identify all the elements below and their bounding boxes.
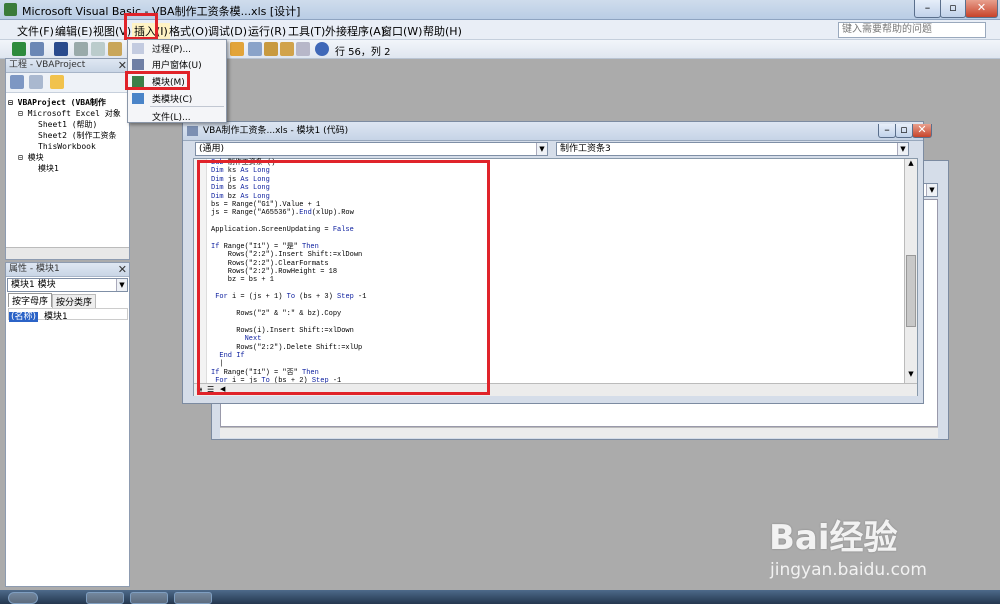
scroll-down-icon[interactable]: ▼ xyxy=(905,370,917,383)
object-dropdown[interactable]: (通用) ▼ xyxy=(195,142,548,156)
menu-item-file[interactable]: 文件(L)... xyxy=(152,110,191,123)
horizontal-scrollbar[interactable] xyxy=(6,247,129,259)
scroll-up-icon[interactable]: ▲ xyxy=(905,159,917,172)
tree-item-excel-objects[interactable]: ⊟ Microsoft Excel 对象 xyxy=(8,108,121,119)
chevron-down-icon: ▼ xyxy=(926,184,937,196)
vb-app-icon xyxy=(4,3,17,16)
menu-separator xyxy=(150,106,224,107)
procedure-icon xyxy=(132,43,144,54)
copy-icon[interactable] xyxy=(91,42,105,56)
project-explorer-panel: 工程 - VBAProject ✕ ⊟ VBAProject (VBA制作 ⊟ … xyxy=(5,58,130,260)
object-browser-icon[interactable] xyxy=(280,42,294,56)
class-module-icon xyxy=(132,93,144,104)
paste-icon[interactable] xyxy=(108,42,122,56)
procedure-dropdown[interactable]: 制作工资条3 ▼ xyxy=(556,142,909,156)
project-explorer-title: 工程 - VBAProject ✕ xyxy=(6,59,129,73)
insert-menu-highlight xyxy=(124,13,158,40)
tree-item-sheet1[interactable]: Sheet1 (帮助) xyxy=(8,119,121,130)
scroll-thumb[interactable] xyxy=(906,255,916,327)
menu-format[interactable]: 格式(O) xyxy=(169,23,208,39)
cut-icon[interactable] xyxy=(74,42,88,56)
menu-item-class-module[interactable]: 类模块(C) xyxy=(152,92,192,105)
project-explorer-icon[interactable] xyxy=(248,42,262,56)
minimize-button[interactable]: – xyxy=(914,0,941,18)
menu-edit[interactable]: 编辑(E) xyxy=(55,23,93,39)
cursor-position: 行 56，列 2 xyxy=(335,47,391,58)
property-row-name[interactable]: (名称) 模块1 xyxy=(8,308,128,322)
taskbar-app-2[interactable] xyxy=(130,592,168,604)
toolbox-icon[interactable] xyxy=(296,42,310,56)
start-button[interactable] xyxy=(8,592,38,604)
menu-item-procedure[interactable]: 过程(P)... xyxy=(152,42,191,55)
collapse-icon[interactable]: ⊟ xyxy=(8,98,13,107)
menu-debug[interactable]: 调试(D) xyxy=(208,23,247,39)
code-close-button[interactable]: ✕ xyxy=(912,124,932,138)
menu-file[interactable]: 文件(F) xyxy=(17,23,54,39)
tree-item-modules[interactable]: ⊟ 模块 xyxy=(8,152,121,163)
help-search-input[interactable]: 键入需要帮助的问题 xyxy=(838,22,986,38)
help-icon[interactable] xyxy=(315,42,329,56)
userform-icon xyxy=(132,59,144,70)
code-restore-button[interactable]: ▫ xyxy=(895,124,913,138)
taskbar-app-3[interactable] xyxy=(174,592,212,604)
project-panel-toolbar xyxy=(6,73,129,93)
properties-icon[interactable] xyxy=(264,42,278,56)
module-item-highlight xyxy=(125,71,190,90)
excel-icon[interactable] xyxy=(12,42,26,56)
view-code-icon[interactable] xyxy=(10,75,24,89)
code-minimize-button[interactable]: – xyxy=(878,124,896,138)
properties-panel: 属性 - 模块1 ✕ 模块1 模块 ▼ 按字母序 按分类序 (名称) 模块1 xyxy=(5,262,130,587)
maximize-button[interactable]: ▫ xyxy=(940,0,966,18)
menu-window[interactable]: 窗口(W) xyxy=(381,23,422,39)
baidu-watermark-logo: Bai经验 xyxy=(769,518,898,558)
taskbar xyxy=(0,590,1000,604)
chevron-down-icon: ▼ xyxy=(116,279,127,291)
properties-title: 属性 - 模块1 ✕ xyxy=(6,263,129,277)
chevron-down-icon: ▼ xyxy=(536,143,547,155)
menu-item-userform[interactable]: 用户窗体(U) xyxy=(152,58,202,71)
tree-item-thisworkbook[interactable]: ThisWorkbook xyxy=(8,141,121,152)
window-title: Microsoft Visual Basic - VBA制作工资条模...xls… xyxy=(22,5,301,18)
object-combo[interactable]: 模块1 模块 ▼ xyxy=(7,278,128,292)
code-window-title: VBA制作工资条...xls - 模块1 (代码) – ▫ ✕ xyxy=(183,122,932,141)
menu-tools[interactable]: 工具(T) xyxy=(288,23,325,39)
close-icon[interactable]: ✕ xyxy=(118,263,127,276)
menu-addins[interactable]: 外接程序(A) xyxy=(325,23,385,39)
view-object-icon[interactable] xyxy=(29,75,43,89)
taskbar-app-1[interactable] xyxy=(86,592,124,604)
code-highlight-box xyxy=(197,160,490,395)
save-icon[interactable] xyxy=(54,42,68,56)
close-button[interactable]: ✕ xyxy=(965,0,998,18)
menu-run[interactable]: 运行(R) xyxy=(248,23,286,39)
background-hscroll[interactable] xyxy=(220,427,938,438)
tab-alphabetic[interactable]: 按字母序 xyxy=(8,293,53,307)
toggle-folders-icon[interactable] xyxy=(50,75,64,89)
baidu-watermark-url: jingyan.baidu.com xyxy=(770,560,927,580)
insert-userform-icon[interactable] xyxy=(30,42,44,56)
tree-item-module1[interactable]: 模块1 xyxy=(8,163,121,174)
tree-item-vbaproject[interactable]: ⊟ VBAProject (VBA制作 xyxy=(8,97,121,108)
vertical-scrollbar[interactable]: ▲ ▼ xyxy=(904,159,917,383)
menu-help[interactable]: 帮助(H) xyxy=(423,23,462,39)
tree-item-sheet2[interactable]: Sheet2 (制作工资条 xyxy=(8,130,121,141)
code-window-icon xyxy=(187,126,198,136)
tab-categorized[interactable]: 按分类序 xyxy=(52,294,97,309)
design-mode-icon[interactable] xyxy=(230,42,244,56)
chevron-down-icon: ▼ xyxy=(897,143,908,155)
